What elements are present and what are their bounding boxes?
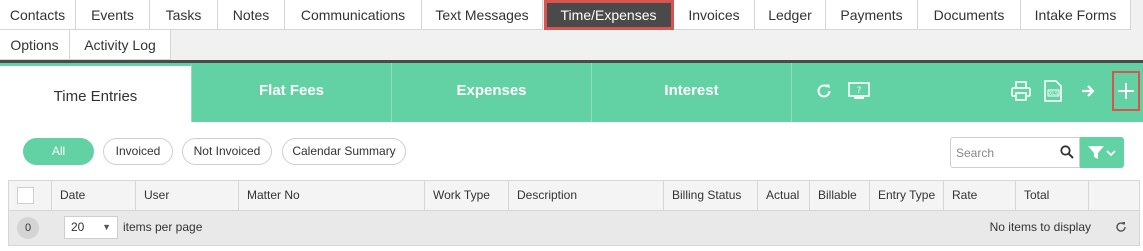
print-icon[interactable] [1008,77,1034,105]
page-size-select[interactable]: 20 ▼ [64,216,118,239]
column-work-type[interactable]: Work Type [424,181,508,210]
arrow-right-icon[interactable] [1075,77,1101,105]
help-screen-icon[interactable]: ? [845,77,873,105]
search-box [950,137,1080,168]
module-tab-bar: Contacts Events Tasks Notes Communicatio… [0,0,1143,60]
caret-down-icon: ▼ [102,222,111,232]
column-date[interactable]: Date [51,181,135,210]
column-user[interactable]: User [135,181,238,210]
tab-time-expenses[interactable]: Time/Expenses [544,0,674,30]
select-all-checkbox[interactable] [17,187,34,204]
svg-text:XLS: XLS [1049,91,1058,97]
refresh-icon[interactable] [811,77,837,105]
tab-activity-log[interactable]: Activity Log [70,30,171,60]
column-entry-type[interactable]: Entry Type [869,181,943,210]
grid-pager: 0 20 ▼ items per page No items to displa… [8,211,1140,246]
export-xls-icon[interactable]: XLS [1040,77,1066,105]
filter-calendar-summary[interactable]: Calendar Summary [282,138,406,165]
filter-all[interactable]: All [23,138,94,165]
page-size-value: 20 [71,220,85,234]
column-matter-no[interactable]: Matter No [238,181,424,210]
column-actual[interactable]: Actual [757,181,809,210]
tab-communications[interactable]: Communications [285,0,422,30]
tab-options[interactable]: Options [0,30,70,60]
subtab-flat-fees[interactable]: Flat Fees [192,63,392,122]
funnel-icon [1088,145,1104,159]
empty-grid-message: No items to display [989,220,1091,234]
column-billing-status[interactable]: Billing Status [663,181,757,210]
column-billable[interactable]: Billable [809,181,869,210]
tab-invoices[interactable]: Invoices [674,0,755,30]
tab-text-messages[interactable]: Text Messages [422,0,543,30]
pager-refresh-icon[interactable] [1115,221,1127,236]
grid-header: Date User Matter No Work Type Descriptio… [8,180,1140,211]
tab-notes[interactable]: Notes [218,0,285,30]
search-input[interactable] [951,138,1051,167]
column-description[interactable]: Description [508,181,663,210]
filter-dropdown-button[interactable] [1080,137,1124,168]
tab-events[interactable]: Events [76,0,150,30]
tab-tasks[interactable]: Tasks [150,0,218,30]
subtab-time-entries[interactable]: Time Entries [0,63,192,122]
chevron-down-icon [1106,149,1116,156]
filter-not-invoiced[interactable]: Not Invoiced [182,138,272,165]
search-icon[interactable] [1060,145,1074,162]
items-per-page-label: items per page [123,220,203,234]
filter-invoiced[interactable]: Invoiced [103,138,173,165]
tab-ledger[interactable]: Ledger [755,0,826,30]
subtab-interest[interactable]: Interest [592,63,792,122]
column-actions [1088,181,1139,210]
tab-contacts[interactable]: Contacts [0,0,76,30]
tab-payments[interactable]: Payments [826,0,918,30]
column-total[interactable]: Total [1015,181,1088,210]
subtab-toolbar: Time Entries Flat Fees Expenses Interest… [0,63,1143,122]
add-entry-button[interactable] [1112,71,1140,111]
column-rate[interactable]: Rate [943,181,1015,210]
page-number[interactable]: 0 [17,217,39,239]
plus-icon [1118,83,1134,99]
tab-intake-forms[interactable]: Intake Forms [1021,0,1131,30]
tab-documents[interactable]: Documents [918,0,1021,30]
select-all-cell [9,181,51,210]
subtab-expenses[interactable]: Expenses [392,63,592,122]
svg-text:?: ? [857,86,862,96]
